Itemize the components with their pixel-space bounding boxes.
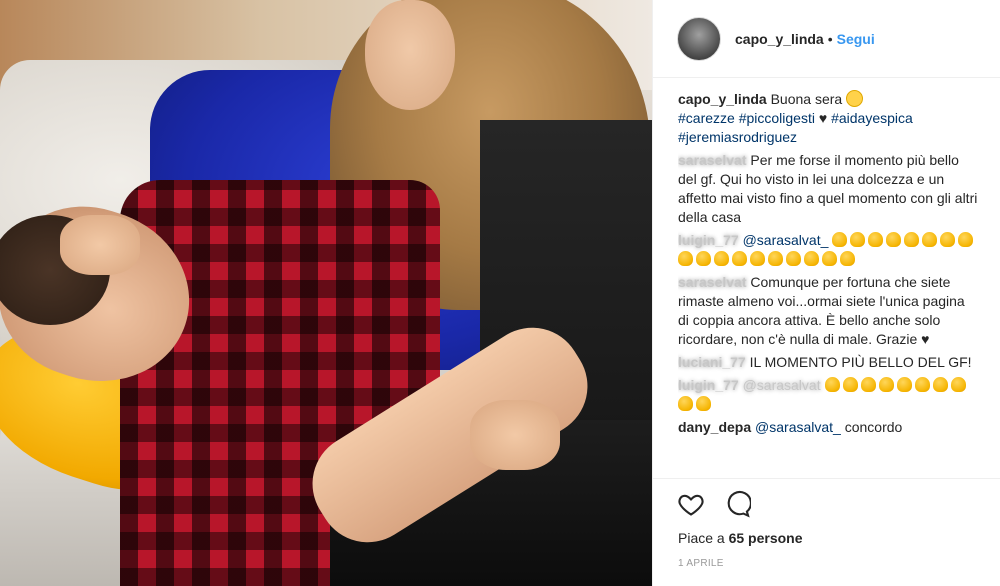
comment-text: concordo — [844, 419, 903, 435]
hashtag-jeremiasrodriguez[interactable]: #jeremiasrodriguez — [678, 129, 797, 145]
comment-mention[interactable]: @sarasalvat_ — [743, 232, 829, 248]
comment: saraselvat Comunque per fortuna che siet… — [678, 273, 978, 349]
divider — [653, 478, 1000, 479]
post-header: capo_y_linda • Segui — [653, 0, 1000, 78]
follow-button[interactable]: Segui — [837, 31, 875, 47]
likes-prefix: Piace a — [678, 530, 729, 546]
caption-text: Buona sera — [770, 91, 843, 107]
clap-emoji — [922, 232, 938, 247]
clap-emoji — [822, 251, 837, 266]
comments-list: capo_y_linda Buona sera #carezze #piccol… — [678, 90, 978, 486]
clap-emoji — [842, 377, 858, 392]
clap-emoji — [958, 232, 974, 247]
clap-emoji — [768, 251, 783, 266]
clap-emoji — [840, 251, 855, 266]
likes-count[interactable]: Piace a 65 persone — [678, 530, 803, 546]
comment-icon[interactable] — [723, 490, 751, 518]
clap-emoji — [678, 396, 693, 411]
smiley-icon — [846, 90, 864, 107]
clap-emoji — [714, 251, 729, 266]
comment-mention[interactable]: @sarasalvat_ — [755, 419, 841, 435]
comment-mention[interactable]: @sarasalvat — [743, 377, 821, 393]
clap-emoji — [824, 377, 840, 392]
post-username[interactable]: capo_y_linda — [735, 31, 824, 47]
comment-username[interactable]: luciani_77 — [678, 354, 746, 370]
comment: luigin_77 @sarasalvat — [678, 376, 978, 414]
comment: luigin_77 @sarasalvat_ — [678, 231, 978, 269]
clap-emoji — [832, 232, 848, 247]
clap-emoji — [850, 232, 866, 247]
comment-username[interactable]: luigin_77 — [678, 232, 739, 248]
clap-emoji — [868, 232, 884, 247]
clap-emoji — [896, 377, 912, 392]
clap-emoji — [904, 232, 920, 247]
post-date: 1 APRILE — [678, 558, 724, 569]
avatar[interactable] — [677, 16, 721, 61]
comment: luciani_77 IL MOMENTO PIÙ BELLO DEL GF! — [678, 353, 978, 372]
heart-glyph: ♥ — [818, 110, 828, 126]
photo-hand — [470, 400, 560, 470]
post-sidebar: capo_y_linda • Segui capo_y_linda Buona … — [652, 0, 1000, 586]
clap-emoji — [932, 377, 948, 392]
caption-username[interactable]: capo_y_linda — [678, 91, 767, 107]
action-bar — [677, 490, 751, 518]
clap-emoji — [696, 251, 711, 266]
clap-emoji — [678, 251, 693, 266]
hashtag-carezze[interactable]: #carezze — [678, 110, 735, 126]
heart-icon[interactable] — [677, 490, 705, 518]
likes-suffix: persone — [744, 530, 803, 546]
clap-emoji — [914, 377, 930, 392]
clap-emoji — [786, 251, 801, 266]
photo-hand-on-head — [60, 215, 140, 275]
post-photo[interactable] — [0, 0, 652, 586]
comment-username[interactable]: dany_depa — [678, 419, 751, 435]
comment: dany_depa @sarasalvat_ concordo — [678, 418, 978, 437]
heart-glyph: ♥ — [921, 331, 930, 347]
clap-emoji — [804, 251, 819, 266]
caption: capo_y_linda Buona sera #carezze #piccol… — [678, 90, 978, 147]
hashtag-aidayespica[interactable]: #aidayespica — [831, 110, 913, 126]
photo-face — [365, 0, 455, 110]
clap-emoji — [950, 377, 966, 392]
comment: saraselvat Per me forse il momento più b… — [678, 151, 978, 227]
comment-username[interactable]: saraselvat — [678, 152, 747, 168]
comment-username[interactable]: luigin_77 — [678, 377, 739, 393]
clap-emoji — [860, 377, 876, 392]
clap-emoji — [750, 251, 765, 266]
clap-emoji — [886, 232, 902, 247]
comment-username[interactable]: saraselvat — [678, 274, 747, 290]
clap-emoji — [878, 377, 894, 392]
clap-emoji — [696, 396, 711, 411]
likes-number: 65 — [728, 530, 745, 546]
clap-emoji — [940, 232, 956, 247]
clap-emoji — [732, 251, 747, 266]
separator-dot: • — [827, 30, 833, 47]
comment-text: IL MOMENTO PIÙ BELLO DEL GF! — [749, 354, 972, 370]
hashtag-piccoligesti[interactable]: #piccoligesti — [739, 110, 815, 126]
